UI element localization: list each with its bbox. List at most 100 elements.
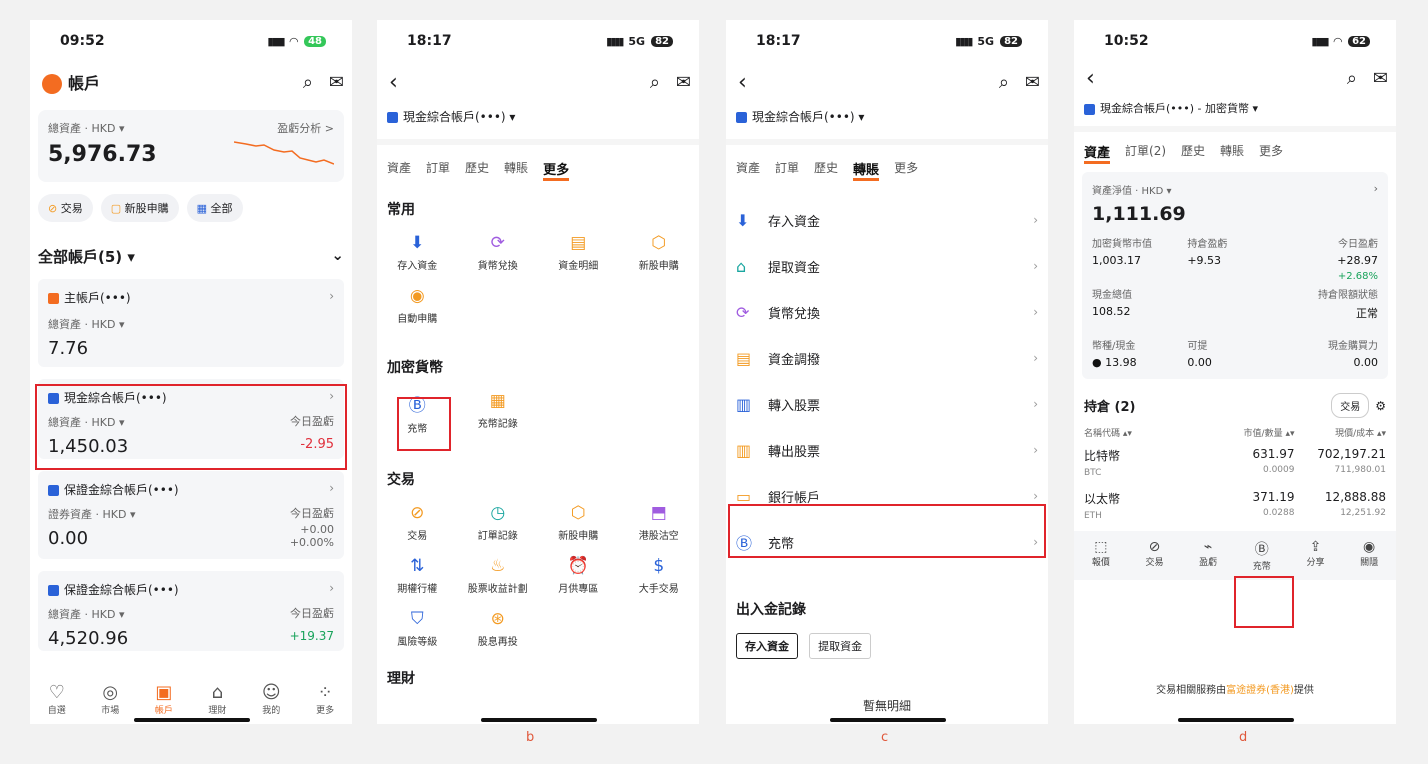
- deposit-crypto-action[interactable]: Ⓑ 充幣: [1253, 539, 1271, 572]
- tab-history[interactable]: 歷史: [465, 159, 489, 181]
- account-card[interactable]: 保證金綜合帳戶(•••) › 總資產 · HKD ▾ 4,520.96 今日盈虧…: [38, 571, 344, 651]
- stock-yield-item[interactable]: ♨ 股票收益計劃: [458, 556, 539, 595]
- settings-icon[interactable]: ⚙: [1375, 399, 1386, 413]
- total-asset-card[interactable]: 總資產 · HKD ▾ 盈虧分析 > 5,976.73: [38, 110, 344, 182]
- search-icon[interactable]: ⌕: [650, 72, 660, 93]
- chevron-right-icon: ›: [329, 581, 334, 595]
- tab-more[interactable]: 更多: [1259, 142, 1283, 164]
- metric-label: 幣種/現金: [1092, 341, 1136, 352]
- account-card[interactable]: 保證金綜合帳戶(•••) › 證券資產 · HKD ▾ 0.00 今日盈虧 +0.…: [38, 471, 344, 559]
- metric-value: +28.97: [1337, 254, 1378, 267]
- tab-more[interactable]: ⁘ 更多: [316, 682, 334, 716]
- search-icon[interactable]: ⌕: [1347, 68, 1357, 89]
- top-bar: ‹ ⌕ ✉: [377, 62, 699, 102]
- trade-button[interactable]: ⊘ 交易: [38, 194, 93, 222]
- tab-watchlist[interactable]: ♡ 自選: [48, 682, 66, 716]
- tab-more[interactable]: 更多: [894, 159, 918, 181]
- tab-orders[interactable]: 訂單: [775, 159, 799, 181]
- column-header[interactable]: 現價/成本 ▴▾: [1294, 426, 1386, 439]
- chevron-right-icon: ›: [1033, 489, 1038, 503]
- tab-transfer[interactable]: 轉賬: [1220, 142, 1244, 164]
- risk-level-item[interactable]: ⛉ 風險等級: [377, 609, 458, 648]
- mail-icon[interactable]: ✉: [329, 72, 344, 93]
- tab-transfer[interactable]: 轉賬: [504, 159, 528, 181]
- option-exercise-item[interactable]: ⇅ 期權行權: [377, 556, 458, 595]
- share-action[interactable]: ⇪ 分享: [1306, 539, 1324, 572]
- fund-details-item[interactable]: ▤ 資金明細: [538, 233, 619, 272]
- tab-orders[interactable]: 訂單: [426, 159, 450, 181]
- withdraw-records-chip[interactable]: 提取資金: [809, 633, 872, 659]
- account-selector[interactable]: 現金綜合帳戶(•••) ▾: [377, 102, 699, 131]
- auto-subscribe-item[interactable]: ◉ 自動申購: [377, 286, 458, 325]
- all-button[interactable]: ▦ 全部: [186, 194, 243, 222]
- fund-allocation-row[interactable]: ▤ 資金調撥 ›: [726, 335, 1048, 381]
- chevron-right-icon[interactable]: ›: [1374, 182, 1378, 197]
- tab-account[interactable]: ▣ 帳戶: [155, 682, 173, 716]
- tab-assets[interactable]: 資產: [1084, 142, 1111, 164]
- ipo-subscribe-item[interactable]: ⬡ 新股申購: [538, 503, 619, 542]
- ipo-button[interactable]: ▢ 新股申購: [100, 194, 179, 222]
- tab-transfer[interactable]: 轉賬: [853, 159, 880, 181]
- column-header[interactable]: 市值/數量 ▴▾: [1203, 426, 1295, 439]
- monthly-plan-item[interactable]: ⏰ 月供專區: [538, 556, 619, 595]
- account-card[interactable]: 主帳戶(•••) › 總資產 · HKD ▾ 7.76: [38, 279, 344, 367]
- table-row[interactable]: 比特幣 BTC 631.97 0.0009 702,197.21 711,980.01: [1074, 439, 1396, 482]
- ipo-item[interactable]: ⬡ 新股申購: [619, 233, 700, 272]
- back-icon[interactable]: ‹: [389, 70, 398, 95]
- tab-more[interactable]: 更多: [543, 159, 570, 181]
- tab-history[interactable]: 歷史: [1181, 142, 1205, 164]
- tab-assets[interactable]: 資產: [736, 159, 760, 181]
- table-row[interactable]: 以太幣 ETH 371.19 0.0288 12,888.88 12,251.92: [1074, 482, 1396, 525]
- trade-item[interactable]: ⊘ 交易: [377, 503, 458, 542]
- tabs: 資產 訂單 歷史 轉賬 更多: [726, 139, 1048, 185]
- deposit-records-chip[interactable]: 存入資金: [736, 633, 798, 659]
- mail-icon[interactable]: ✉: [1025, 72, 1040, 93]
- broker-link[interactable]: 富途證券(香港): [1226, 685, 1294, 696]
- tab-wealth[interactable]: ⌂ 理財: [208, 682, 226, 716]
- account-icon: [48, 485, 59, 496]
- trade-action[interactable]: ⊘ 交易: [1145, 539, 1163, 572]
- net-asset-label: 資產淨值 · HKD ▾: [1092, 186, 1172, 197]
- column-header[interactable]: 名稱代碼 ▴▾: [1084, 426, 1203, 439]
- mail-icon[interactable]: ✉: [1373, 68, 1388, 89]
- search-icon[interactable]: ⌕: [999, 72, 1009, 93]
- battery-icon: 82: [651, 35, 673, 47]
- alarm-icon: ⏰: [567, 556, 589, 576]
- today-pnl-value: +0.00: [300, 523, 334, 536]
- chevron-right-icon: ›: [329, 481, 334, 495]
- back-icon[interactable]: ‹: [1086, 66, 1095, 91]
- tab-history[interactable]: 歷史: [814, 159, 838, 181]
- tab-me[interactable]: ☺ 我的: [262, 682, 281, 716]
- hide-action[interactable]: ◉ 關隱: [1360, 539, 1378, 572]
- transfer-out-stock-row[interactable]: ▥ 轉出股票 ›: [726, 427, 1048, 473]
- deposit-funds-row[interactable]: ⬇ 存入資金 ›: [726, 197, 1048, 243]
- dividend-reinvest-item[interactable]: ⊛ 股息再投: [458, 609, 539, 648]
- hk-short-item[interactable]: ⬒ 港股沽空: [619, 503, 700, 542]
- currency-exchange-item[interactable]: ⟳ 貨幣兌換: [458, 233, 539, 272]
- exchange-icon: ⟳: [490, 233, 505, 253]
- account-selector[interactable]: 現金綜合帳戶(•••) - 加密貨幣 ▾: [1074, 94, 1396, 122]
- order-records-item[interactable]: ◷ 訂單記錄: [458, 503, 539, 542]
- all-accounts-header[interactable]: 全部帳戶(5) ▾ ⌄: [38, 246, 344, 267]
- account-selector[interactable]: 現金綜合帳戶(•••) ▾: [726, 102, 1048, 131]
- tab-assets[interactable]: 資產: [387, 159, 411, 181]
- chevron-down-icon[interactable]: ⌄: [331, 246, 344, 267]
- deposit-crypto-records-item[interactable]: ▦ 充幣記錄: [458, 391, 539, 435]
- trade-chip[interactable]: 交易: [1331, 393, 1370, 418]
- pnl-action[interactable]: ⌁ 盈虧: [1199, 539, 1217, 572]
- back-icon[interactable]: ‹: [738, 70, 747, 95]
- chevron-right-icon: ›: [1033, 351, 1038, 365]
- tab-market[interactable]: ◎ 市場: [101, 682, 119, 716]
- metric-label: 加密貨幣市值: [1092, 239, 1152, 250]
- tab-orders[interactable]: 訂單(2): [1125, 142, 1166, 164]
- mail-icon[interactable]: ✉: [676, 72, 691, 93]
- withdraw-funds-row[interactable]: ⌂ 提取資金 ›: [726, 243, 1048, 289]
- search-icon[interactable]: ⌕: [303, 72, 313, 93]
- deposit-funds-item[interactable]: ⬇ 存入資金: [377, 233, 458, 272]
- currency-exchange-row[interactable]: ⟳ 貨幣兌換 ›: [726, 289, 1048, 335]
- block-trade-item[interactable]: $ 大手交易: [619, 556, 700, 595]
- transfer-in-stock-row[interactable]: ▥ 轉入股票 ›: [726, 381, 1048, 427]
- quote-action[interactable]: ⬚ 報價: [1092, 539, 1110, 572]
- pnl-analysis-link[interactable]: 盈虧分析 >: [277, 120, 334, 136]
- signal-icon: ▮▮▮▮: [267, 34, 285, 48]
